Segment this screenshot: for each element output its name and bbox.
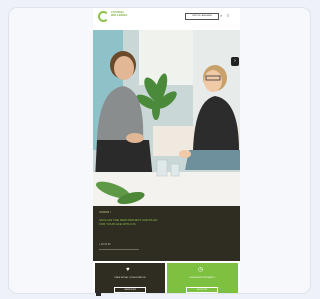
panel-phone[interactable]: + 45 22 33 [99, 243, 110, 246]
heart-icon: ♥ [126, 267, 130, 273]
card-online[interactable]: ◷ ONLINE APPOINTMENTS BOOK NOW [167, 263, 238, 293]
book-now-button[interactable]: BOOK NOW [186, 287, 218, 293]
intro-panel: VISION / SUCH AS THE NEW PROJECT AND PLA… [93, 206, 240, 261]
expand-button[interactable]: › [231, 57, 239, 66]
feature-cards: ♥ FREE INITIAL CONSULTATION LEARN MORE ◷… [93, 261, 240, 293]
logo-icon[interactable] [98, 11, 109, 22]
card-consultation[interactable]: ♥ FREE INITIAL CONSULTATION LEARN MORE [95, 263, 165, 293]
clock-icon: ◷ [198, 267, 204, 273]
panel-divider [99, 249, 139, 250]
hero-image [93, 30, 240, 206]
logo-line-2: WELLBEING [111, 14, 128, 17]
site-header: COUNSEL WELLBEING SWITCH LANGUAGE ⌕ ≡ [93, 8, 240, 30]
panel-eyebrow: VISION / [99, 210, 111, 214]
panel-heading: SUCH AS THE NEW PROJECT AND PLAN FOR YOU… [99, 218, 158, 226]
search-icon[interactable]: ⌕ [220, 13, 222, 18]
mobile-page: COUNSEL WELLBEING SWITCH LANGUAGE ⌕ ≡ › … [93, 8, 240, 293]
menu-icon[interactable]: ≡ [227, 13, 229, 18]
card-text: FREE INITIAL CONSULTATION [114, 277, 146, 279]
scroll-handle[interactable] [96, 291, 101, 296]
logo-text[interactable]: COUNSEL WELLBEING [111, 11, 141, 17]
language-button[interactable]: SWITCH LANGUAGE [185, 13, 219, 20]
learn-more-button[interactable]: LEARN MORE [114, 287, 146, 293]
card-text: ONLINE APPOINTMENTS [189, 277, 215, 279]
